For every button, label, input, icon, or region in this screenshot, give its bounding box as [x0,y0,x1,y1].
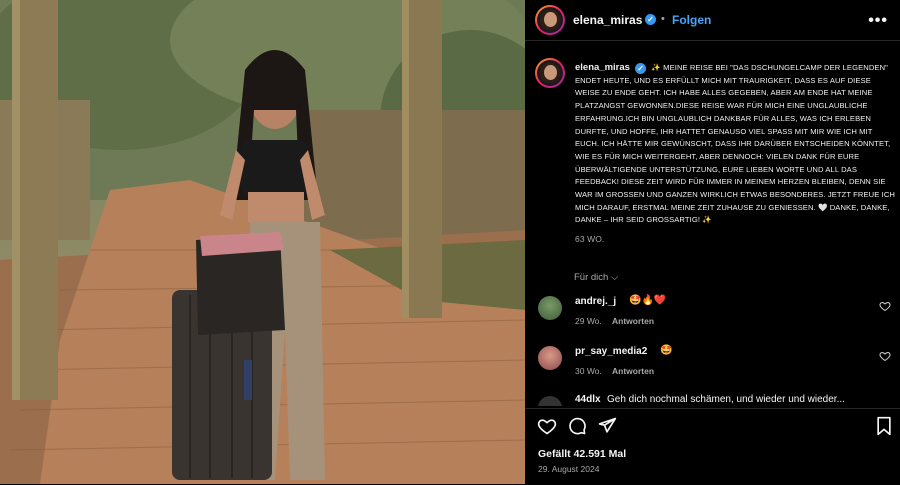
comment-text: 🤩 [660,345,673,356]
comment-text: 🤩🔥❤️ [629,295,667,306]
verified-icon: ✓ [645,14,656,25]
caption-text-block: elena_miras ✓ ✨ Meine Reise bei "Das Dsc… [575,62,897,246]
comment-age: 29 Wo. [575,316,602,326]
heart-icon[interactable] [537,416,557,436]
caption-username[interactable]: elena_miras [575,62,630,73]
reply-button[interactable]: Antworten [612,366,654,376]
comment-filter-dropdown[interactable]: Für dich ⌵ [574,272,618,283]
post-photo[interactable] [0,0,525,484]
comment-avatar[interactable] [538,396,562,406]
caption-text: ✨ Meine Reise bei "Das Dschungelcamp der… [575,63,895,225]
author-avatar[interactable] [535,5,565,35]
post-header: elena_miras ✓ • Folgen ••• [525,0,900,41]
header-separator: • [661,13,665,25]
post-photo-illustration [0,0,525,484]
action-bar: Gefällt 42.591 Mal 29. August 2024 [525,408,900,485]
comment-icon[interactable] [567,416,587,436]
post-date: 29. August 2024 [538,464,600,474]
more-icon[interactable]: ••• [868,12,888,30]
comment-row: pr_say_media2 🤩 30 Wo. Antworten [535,344,895,384]
caption-avatar[interactable] [535,58,565,88]
partial-comment: 44dlx Geh dich nochmal schämen, und wied… [535,394,895,406]
comment-avatar[interactable] [538,296,562,320]
follow-button[interactable]: Folgen [672,13,711,27]
author-username[interactable]: elena_miras [573,13,642,27]
post-side-panel: elena_miras ✓ • Folgen ••• elena_miras ✓… [525,0,900,485]
comment-age: 30 Wo. [575,366,602,376]
caption-age: 63 Wo. [575,234,605,245]
reply-button[interactable]: Antworten [612,316,654,326]
instagram-post-view: elena_miras ✓ • Folgen ••• elena_miras ✓… [0,0,900,485]
comment-avatar[interactable] [538,346,562,370]
comment-row: andrej._j 🤩🔥❤️ 29 Wo. Antworten [535,294,895,334]
heart-icon[interactable] [879,300,891,312]
like-count[interactable]: Gefällt 42.591 Mal [538,448,626,460]
bookmark-icon[interactable] [875,416,893,436]
verified-icon: ✓ [635,63,647,74]
comment-text: Geh dich nochmal schämen, und wieder und… [607,394,845,405]
comment-username[interactable]: andrej._j [575,296,616,307]
heart-icon[interactable] [879,350,891,362]
share-icon[interactable] [597,416,617,436]
comment-username[interactable]: 44dlx [575,394,601,405]
comment-username[interactable]: pr_say_media2 [575,346,647,357]
